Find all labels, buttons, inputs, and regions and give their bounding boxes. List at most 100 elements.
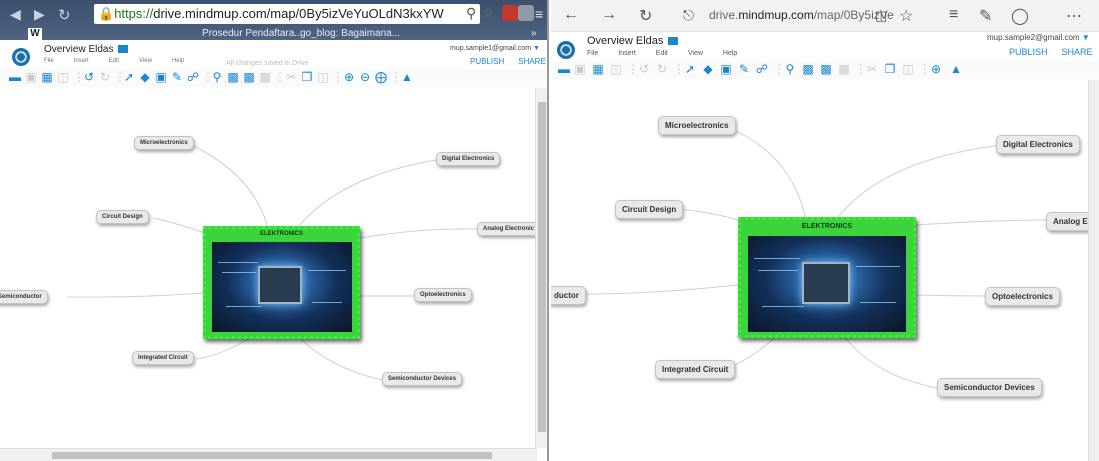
account-email[interactable]: mup.sample2@gmail.com ▼ <box>987 33 1090 42</box>
add-child-icon[interactable]: ▩ <box>226 71 240 84</box>
mindmup-logo[interactable] <box>557 41 575 59</box>
add-node-icon[interactable]: ▬ <box>8 71 22 84</box>
undo-icon[interactable]: ↺ <box>637 63 651 76</box>
hub-icon[interactable]: ≡ <box>949 6 958 24</box>
node-circuit-design[interactable]: Circuit Design <box>615 200 684 219</box>
more-icon[interactable]: ⋯ <box>1066 6 1082 26</box>
node-digital-electronics[interactable]: Digital Electronics <box>996 135 1080 154</box>
node-semiconductor-devices[interactable]: Semiconductor Devices <box>382 372 463 386</box>
link-icon[interactable]: ☍ <box>755 63 769 76</box>
menu-edit[interactable]: Edit <box>109 58 119 64</box>
zoom-in-icon[interactable]: ⊕ <box>342 71 356 84</box>
address-bar[interactable]: drive.mindmup.com/map/0By5izVe <box>709 8 894 22</box>
address-bar[interactable]: 🔒https://drive.mindmup.com/map/0By5izVeY… <box>94 4 480 24</box>
menu-edit[interactable]: Edit <box>656 50 668 57</box>
zoom-out-icon[interactable]: ⊖ <box>358 71 372 84</box>
redo-icon[interactable]: ↻ <box>98 71 112 84</box>
node-microelectronics[interactable]: Microelectronics <box>658 116 736 135</box>
map-title[interactable]: Overview Eldas <box>44 44 129 55</box>
tab-go-blog[interactable]: go_blog: Bagaimana... <box>300 28 400 42</box>
copy-icon[interactable]: ❐ <box>300 71 314 84</box>
refresh-icon[interactable]: ↻ <box>58 6 71 24</box>
menu-icon[interactable]: ≡ <box>535 6 543 22</box>
insert-image-icon[interactable]: ▦ <box>40 71 54 84</box>
add-sibling-icon[interactable]: ▣ <box>573 63 587 76</box>
mindmup-logo[interactable] <box>12 48 30 66</box>
vertical-scrollbar[interactable] <box>535 88 547 448</box>
forward-icon[interactable]: → <box>601 6 617 24</box>
reading-view-icon[interactable]: ◫ <box>875 8 887 24</box>
add-sibling-node-icon[interactable]: ▩ <box>242 71 256 84</box>
paste-icon[interactable]: ◫ <box>901 63 915 76</box>
root-node[interactable]: ELEKTRONICS <box>738 217 916 338</box>
root-node[interactable]: ELEKTRONICS <box>203 226 360 339</box>
image-icon[interactable]: ▣ <box>154 71 168 84</box>
horizontal-scroll-thumb[interactable] <box>52 452 492 459</box>
insert-parent-icon[interactable]: ▩ <box>837 63 851 76</box>
node-optoelectronics[interactable]: Optoelectronics <box>985 287 1060 306</box>
menu-file[interactable]: File <box>587 50 598 57</box>
menu-help[interactable]: Help <box>172 58 184 64</box>
publish-button[interactable]: PUBLISH <box>1009 47 1048 57</box>
horizontal-scrollbar[interactable] <box>0 448 537 461</box>
cut-icon[interactable]: ✂ <box>284 71 298 84</box>
folder-icon[interactable] <box>668 37 679 46</box>
node-microelectronics[interactable]: Microelectronics <box>134 136 194 150</box>
tab-prosedur[interactable]: Prosedur Pendaftara... <box>202 28 303 42</box>
paste-icon[interactable]: ◫ <box>316 71 330 84</box>
menu-view[interactable]: View <box>688 50 703 57</box>
note-icon[interactable]: ✎ <box>979 6 992 26</box>
add-sibling-node-icon[interactable]: ▩ <box>819 63 833 76</box>
back-icon[interactable]: ← <box>563 6 579 24</box>
forward-icon[interactable]: ▶ <box>34 6 45 23</box>
map-canvas[interactable]: Microelectronics Digital Electronics Cir… <box>551 80 1088 461</box>
redo-icon[interactable]: ↻ <box>655 63 669 76</box>
node-semiconductor[interactable]: ductor <box>551 286 586 305</box>
publish-button[interactable]: PUBLISH <box>470 57 504 66</box>
search-node-icon[interactable]: ⚲ <box>210 71 224 84</box>
node-digital-electronics[interactable]: Digital Electronics <box>436 152 501 166</box>
share-icon[interactable]: ◯ <box>1011 6 1029 26</box>
undo-icon[interactable]: ↺ <box>82 71 96 84</box>
menu-file[interactable]: File <box>44 58 54 64</box>
delete-icon[interactable]: ◫ <box>609 63 623 76</box>
account-email[interactable]: mup.sample1@gmail.com ▼ <box>450 45 540 52</box>
zoom-in-icon[interactable]: ⊕ <box>929 63 943 76</box>
menu-insert[interactable]: Insert <box>74 58 89 64</box>
connect-icon[interactable]: ➚ <box>122 71 136 84</box>
node-analog-electronics[interactable]: Analog Electronic <box>477 222 537 236</box>
menu-view[interactable]: View <box>139 58 152 64</box>
extension-icon[interactable] <box>518 5 534 21</box>
refresh-icon[interactable]: ↻ <box>639 6 652 26</box>
node-integrated-circuit[interactable]: Integrated Circuit <box>655 360 736 379</box>
search-icon[interactable]: ⚲ <box>466 5 476 22</box>
collapse-toolbar-icon[interactable]: ▲ <box>400 71 414 84</box>
extension-icon[interactable] <box>502 5 518 21</box>
add-child-icon[interactable]: ▩ <box>801 63 815 76</box>
star-icon[interactable]: ☆ <box>899 6 913 26</box>
map-canvas[interactable]: Microelectronics Digital Electronics Cir… <box>0 88 537 448</box>
node-semiconductor[interactable]: Semiconductor <box>0 290 48 304</box>
node-optoelectronics[interactable]: Optoelectronics <box>414 288 472 302</box>
folder-icon[interactable] <box>118 45 129 54</box>
star-icon[interactable]: ☆ <box>482 4 495 21</box>
copy-icon[interactable]: ❐ <box>883 63 897 76</box>
collapse-toolbar-icon[interactable]: ▲ <box>949 63 963 76</box>
search-node-icon[interactable]: ⚲ <box>783 63 797 76</box>
cut-icon[interactable]: ✂ <box>865 63 879 76</box>
share-button[interactable]: SHARE <box>1062 47 1093 57</box>
wikipedia-tab-icon[interactable]: W <box>28 28 42 40</box>
node-analog-electronics[interactable]: Analog Elec <box>1046 212 1088 231</box>
add-sibling-icon[interactable]: ▣ <box>24 71 38 84</box>
insert-parent-icon[interactable]: ▩ <box>258 71 272 84</box>
color-fill-icon[interactable]: ◆ <box>138 71 152 84</box>
node-integrated-circuit[interactable]: Integrated Circuit <box>132 351 194 365</box>
share-button[interactable]: SHARE <box>518 57 546 66</box>
vertical-scrollbar[interactable] <box>1088 80 1099 461</box>
note-icon[interactable]: ✎ <box>170 71 184 84</box>
image-icon[interactable]: ▣ <box>719 63 733 76</box>
add-node-icon[interactable]: ▬ <box>557 63 571 76</box>
delete-icon[interactable]: ◫ <box>56 71 70 84</box>
map-title[interactable]: Overview Eldas <box>587 35 679 47</box>
link-icon[interactable]: ☍ <box>186 71 200 84</box>
